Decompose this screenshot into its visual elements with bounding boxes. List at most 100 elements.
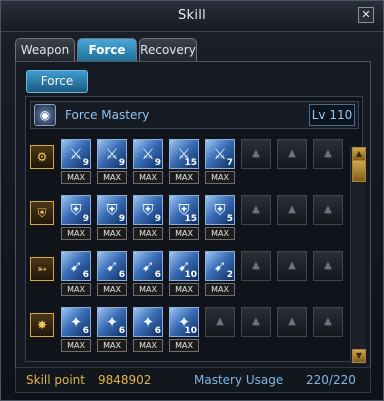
- max-button[interactable]: MAX: [97, 283, 127, 296]
- skill-slot[interactable]: ➹ 6: [97, 251, 127, 281]
- skill-level: 9: [82, 214, 89, 224]
- locked-icon: ▲: [252, 204, 260, 215]
- tab-weapon[interactable]: Weapon: [15, 38, 75, 61]
- tab-recovery[interactable]: Recovery: [139, 38, 197, 61]
- locked-icon: ▲: [216, 316, 224, 327]
- scroll-thumb[interactable]: [352, 160, 366, 182]
- force-mastery-icon: ◉: [34, 104, 56, 126]
- skill-slot[interactable]: ⛨ 9: [133, 195, 163, 225]
- title-bar[interactable]: Skill ✕: [1, 1, 383, 32]
- footer-bar: Skill point 9848902 Mastery Usage 220/22…: [15, 367, 371, 393]
- locked-icon: ▲: [288, 316, 296, 327]
- skill-level: 9: [154, 158, 161, 168]
- bolt-category-icon[interactable]: ➳: [30, 257, 54, 281]
- skill-level: 6: [118, 270, 125, 280]
- window-title: Skill: [177, 8, 207, 23]
- empty-skill-slot: ▲: [241, 251, 271, 281]
- skill-level: 2: [226, 270, 233, 280]
- skill-level: 6: [154, 270, 161, 280]
- shield-category-icon[interactable]: ⛨: [30, 201, 54, 225]
- mastery-level: Lv 110: [309, 104, 355, 126]
- skill-row: ➳ MAX ➹ 6 MAX ➹ 6 MAX ➹ 6 MAX ➹ 10 MAX ➹ 2 ▲ ▲ ▲: [26, 249, 356, 303]
- max-button[interactable]: MAX: [61, 227, 91, 240]
- skill-slot[interactable]: ➹ 2: [205, 251, 235, 281]
- scroll-down-button[interactable]: ▼: [352, 349, 366, 363]
- skill-slot[interactable]: ➹ 6: [61, 251, 91, 281]
- mastery-usage-value: 220/220: [306, 373, 356, 387]
- max-button[interactable]: MAX: [169, 283, 199, 296]
- empty-skill-slot: ▲: [241, 139, 271, 169]
- burst-category-icon[interactable]: ✸: [30, 313, 54, 337]
- locked-icon: ▲: [288, 204, 296, 215]
- mastery-row: ◉ Force Mastery Lv 110: [30, 101, 359, 129]
- skill-point-value: 9848902: [98, 373, 152, 387]
- skill-slot[interactable]: ✦ 6: [133, 307, 163, 337]
- skill-slot[interactable]: ⛨ 15: [169, 195, 199, 225]
- empty-skill-slot: ▲: [277, 195, 307, 225]
- max-button[interactable]: MAX: [97, 227, 127, 240]
- skill-level: 6: [82, 270, 89, 280]
- locked-icon: ▲: [252, 260, 260, 271]
- skill-slot[interactable]: ⚔ 15: [169, 139, 199, 169]
- max-button[interactable]: MAX: [133, 283, 163, 296]
- scrollbar[interactable]: ▲ ▼: [350, 146, 366, 364]
- empty-skill-slot: ▲: [277, 251, 307, 281]
- subtab-force[interactable]: Force: [26, 70, 88, 93]
- skill-level: 6: [154, 326, 161, 336]
- skill-slot[interactable]: ✦ 6: [97, 307, 127, 337]
- skill-level: 9: [154, 214, 161, 224]
- max-button[interactable]: MAX: [97, 171, 127, 184]
- max-button[interactable]: MAX: [169, 171, 199, 184]
- skill-slot[interactable]: ➹ 6: [133, 251, 163, 281]
- skill-level: 7: [226, 158, 233, 168]
- skill-slot[interactable]: ✦ 6: [61, 307, 91, 337]
- empty-skill-slot: ▲: [277, 307, 307, 337]
- skill-slot[interactable]: ⚔ 9: [97, 139, 127, 169]
- empty-skill-slot: ▲: [241, 307, 271, 337]
- mastery-name: Force Mastery: [65, 108, 150, 122]
- max-button[interactable]: MAX: [61, 283, 91, 296]
- max-button[interactable]: MAX: [61, 171, 91, 184]
- skill-slot[interactable]: ⚔ 7: [205, 139, 235, 169]
- locked-icon: ▲: [252, 316, 260, 327]
- max-button[interactable]: MAX: [133, 171, 163, 184]
- empty-skill-slot: ▲: [313, 251, 343, 281]
- max-button[interactable]: MAX: [205, 227, 235, 240]
- max-button[interactable]: MAX: [133, 339, 163, 352]
- locked-icon: ▲: [324, 148, 332, 159]
- max-button[interactable]: MAX: [169, 339, 199, 352]
- force-panel: Force ◉ Force Mastery Lv 110 ⚙ MAX ⚔ 9 MAX ⚔ 9…: [15, 61, 371, 368]
- skill-level: 9: [118, 214, 125, 224]
- scroll-up-button[interactable]: ▲: [352, 147, 366, 161]
- skill-level: 15: [184, 214, 197, 224]
- max-button[interactable]: MAX: [205, 283, 235, 296]
- skill-level: 15: [184, 158, 197, 168]
- skill-slot[interactable]: ⚔ 9: [61, 139, 91, 169]
- skill-level: 6: [118, 326, 125, 336]
- empty-skill-slot: ▲: [313, 195, 343, 225]
- gear-category-icon[interactable]: ⚙: [30, 145, 54, 169]
- skill-slot[interactable]: ⛨ 9: [97, 195, 127, 225]
- locked-icon: ▲: [252, 148, 260, 159]
- skill-point-label: Skill point: [26, 373, 85, 387]
- skill-slot[interactable]: ➹ 10: [169, 251, 199, 281]
- empty-skill-slot: ▲: [241, 195, 271, 225]
- locked-icon: ▲: [324, 204, 332, 215]
- skill-level: 9: [82, 158, 89, 168]
- skill-slot[interactable]: ⛨ 5: [205, 195, 235, 225]
- close-button[interactable]: ✕: [358, 7, 374, 23]
- mastery-usage-label: Mastery Usage: [194, 373, 284, 387]
- locked-icon: ▲: [288, 148, 296, 159]
- max-button[interactable]: MAX: [169, 227, 199, 240]
- max-button[interactable]: MAX: [97, 339, 127, 352]
- empty-skill-slot: ▲: [313, 139, 343, 169]
- empty-skill-slot: ▲: [313, 307, 343, 337]
- tab-force[interactable]: Force: [77, 38, 137, 61]
- max-button[interactable]: MAX: [133, 227, 163, 240]
- max-button[interactable]: MAX: [205, 171, 235, 184]
- skill-slot[interactable]: ⚔ 9: [133, 139, 163, 169]
- skill-slot[interactable]: ⛨ 9: [61, 195, 91, 225]
- skill-slot[interactable]: ✦ 10: [169, 307, 199, 337]
- max-button[interactable]: MAX: [61, 339, 91, 352]
- skill-level: 5: [226, 214, 233, 224]
